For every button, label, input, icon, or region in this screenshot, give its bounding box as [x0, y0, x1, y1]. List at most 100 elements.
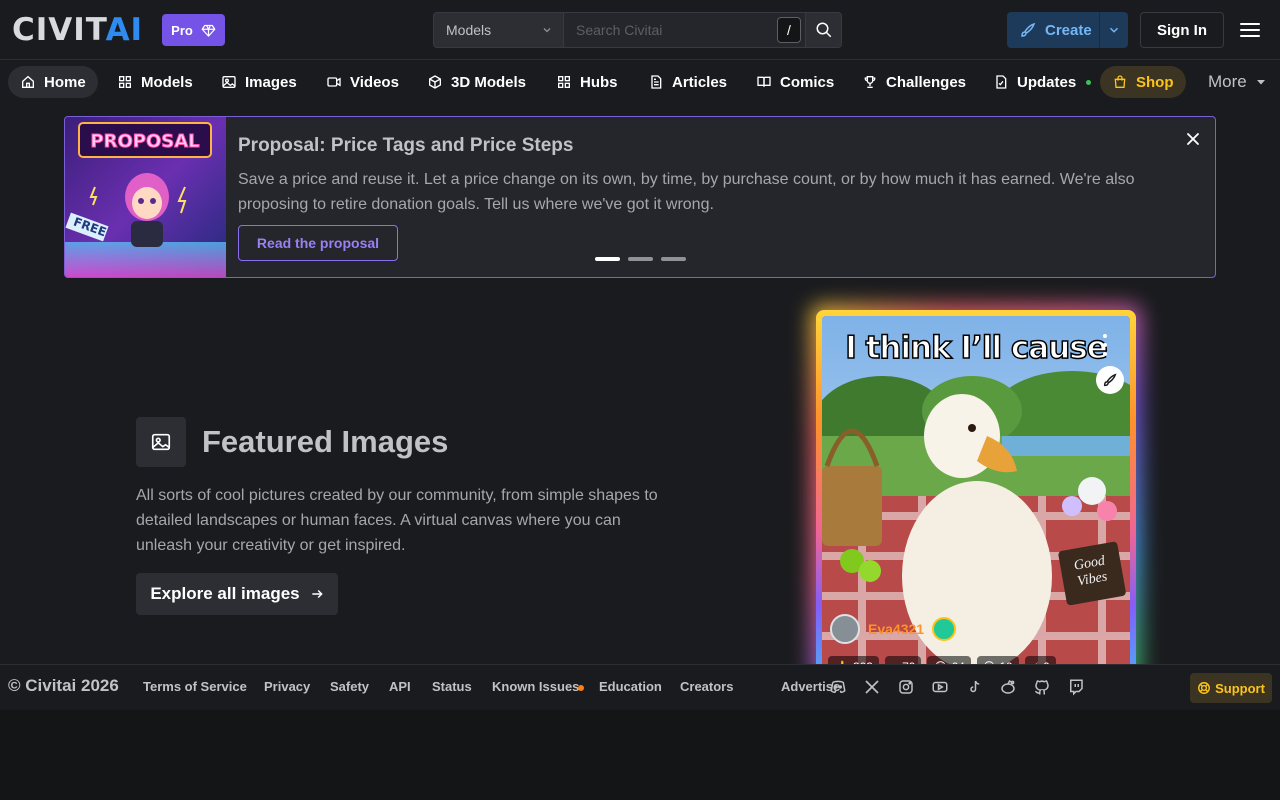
nav-models[interactable]: Models — [105, 66, 205, 98]
author-username[interactable]: Eva4321 — [868, 621, 924, 637]
grid-icon — [119, 76, 131, 88]
nav-comics[interactable]: Comics — [744, 66, 846, 98]
search-input[interactable] — [576, 22, 766, 38]
nav-label: Hubs — [580, 73, 618, 91]
main-nav: Home Models Images Videos 3D Models Hubs… — [0, 60, 1280, 104]
article-icon — [651, 75, 662, 89]
create-main-button[interactable]: Create — [1007, 12, 1099, 48]
menu-icon[interactable] — [1238, 18, 1262, 42]
footer-link-privacy[interactable]: Privacy — [264, 679, 310, 694]
featured-image-card[interactable]: I think I’ll cause Good Vibes Eva4321 👍3… — [816, 310, 1136, 680]
copyright: © Civitai 2026 — [8, 676, 119, 695]
nav-shop[interactable]: Shop — [1100, 66, 1186, 98]
nav-home[interactable]: Home — [8, 66, 98, 98]
carousel-indicators — [595, 257, 686, 261]
nav-label: Updates — [1017, 73, 1077, 91]
nav-images[interactable]: Images — [209, 66, 309, 98]
x-icon[interactable] — [861, 676, 883, 698]
nav-hubs[interactable]: Hubs — [544, 66, 630, 98]
read-proposal-button[interactable]: Read the proposal — [238, 225, 398, 261]
video-icon — [327, 77, 341, 87]
nav-label: Images — [245, 73, 297, 91]
image-icon — [222, 76, 236, 88]
search-icon — [816, 22, 831, 38]
discord-icon[interactable] — [827, 676, 849, 698]
footer-link-terms[interactable]: Terms of Service — [143, 679, 247, 694]
footer-link-safety[interactable]: Safety — [330, 679, 369, 694]
announcement-body: Save a price and reuse it. Let a price c… — [238, 171, 1135, 213]
pro-button[interactable]: Pro — [162, 14, 225, 46]
card-author[interactable]: Eva4321 — [830, 614, 957, 644]
instagram-icon[interactable] — [895, 676, 917, 698]
featured-description: All sorts of cool pictures created by ou… — [136, 487, 658, 554]
create-dropdown-toggle[interactable] — [1100, 23, 1128, 37]
image-icon — [151, 433, 171, 451]
updates-icon — [996, 75, 1007, 89]
brush-icon — [1103, 373, 1117, 387]
civitai-logo[interactable]: CIVITAI — [12, 14, 143, 46]
image-caption: I think I’ll cause — [844, 329, 1108, 367]
announcement-image: PROPOSAL FREE — [65, 117, 226, 277]
footer-link-education[interactable]: Education — [599, 679, 662, 694]
nav-articles[interactable]: Articles — [636, 66, 739, 98]
updates-indicator — [1086, 79, 1092, 85]
search-input-wrap: / — [564, 12, 806, 48]
known-issues-indicator — [578, 685, 584, 691]
brush-icon — [1021, 22, 1036, 37]
footer-link-creators[interactable]: Creators — [680, 679, 733, 694]
nav-updates[interactable]: Updates — [981, 66, 1103, 98]
tiktok-icon[interactable] — [963, 676, 985, 698]
nav-label: Articles — [672, 73, 728, 91]
explore-images-button[interactable]: Explore all images — [136, 573, 338, 615]
featured-images-icon-box — [136, 417, 186, 467]
user-badge-icon — [932, 617, 957, 641]
more-options-icon[interactable] — [1102, 334, 1108, 356]
search-shortcut-key: / — [777, 17, 801, 43]
search-category-value: Models — [446, 22, 492, 38]
search-bar: Models / — [433, 12, 842, 48]
footer-link-known-issues[interactable]: Known Issues — [492, 679, 579, 694]
create-label: Create — [1045, 21, 1092, 39]
reddit-icon[interactable] — [997, 676, 1019, 698]
carousel-dot[interactable] — [628, 257, 653, 261]
search-button[interactable] — [806, 12, 842, 48]
close-icon[interactable] — [1183, 129, 1203, 149]
create-divider — [1099, 12, 1100, 48]
pro-label: Pro — [171, 22, 193, 38]
home-icon — [22, 75, 34, 88]
support-label: Support — [1215, 680, 1265, 696]
featured-title: Featured Images — [202, 424, 449, 459]
footer-link-api[interactable]: API — [389, 679, 411, 694]
carousel-dot[interactable] — [595, 257, 620, 261]
featured-image[interactable]: I think I’ll cause Good Vibes Eva4321 👍3… — [822, 316, 1130, 676]
support-button[interactable]: Support — [1190, 673, 1272, 703]
nav-label: Comics — [780, 73, 835, 91]
diamond-icon — [201, 24, 216, 37]
arrow-right-icon — [311, 589, 323, 599]
book-icon — [757, 76, 771, 87]
announcement-title: Proposal: Price Tags and Price Steps — [238, 135, 574, 156]
youtube-icon[interactable] — [929, 676, 951, 698]
shopping-bag-icon — [1114, 75, 1126, 88]
search-category-select[interactable]: Models — [433, 12, 564, 48]
nav-challenges[interactable]: Challenges — [850, 66, 978, 98]
trophy-icon — [864, 76, 876, 88]
sign-in-button[interactable]: Sign In — [1140, 12, 1224, 48]
footer: © Civitai 2026 Terms of Service Privacy … — [0, 664, 1280, 710]
nav-more[interactable]: More — [1196, 66, 1279, 98]
footer-link-status[interactable]: Status — [432, 679, 472, 694]
github-icon[interactable] — [1031, 676, 1053, 698]
nav-label: 3D Models — [451, 73, 527, 91]
create-button: Create — [1007, 12, 1128, 48]
chevron-down-icon — [1109, 27, 1119, 33]
remix-button[interactable] — [1096, 366, 1124, 394]
cube-icon — [429, 75, 441, 89]
avatar[interactable] — [830, 614, 860, 644]
nav-videos[interactable]: Videos — [314, 66, 411, 98]
explore-images-label: Explore all images — [150, 584, 300, 603]
nav-label: Shop — [1136, 73, 1174, 91]
announcement-image-title: PROPOSAL — [90, 131, 200, 153]
nav-3d-models[interactable]: 3D Models — [415, 66, 538, 98]
carousel-dot[interactable] — [661, 257, 686, 261]
twitch-icon[interactable] — [1065, 676, 1087, 698]
